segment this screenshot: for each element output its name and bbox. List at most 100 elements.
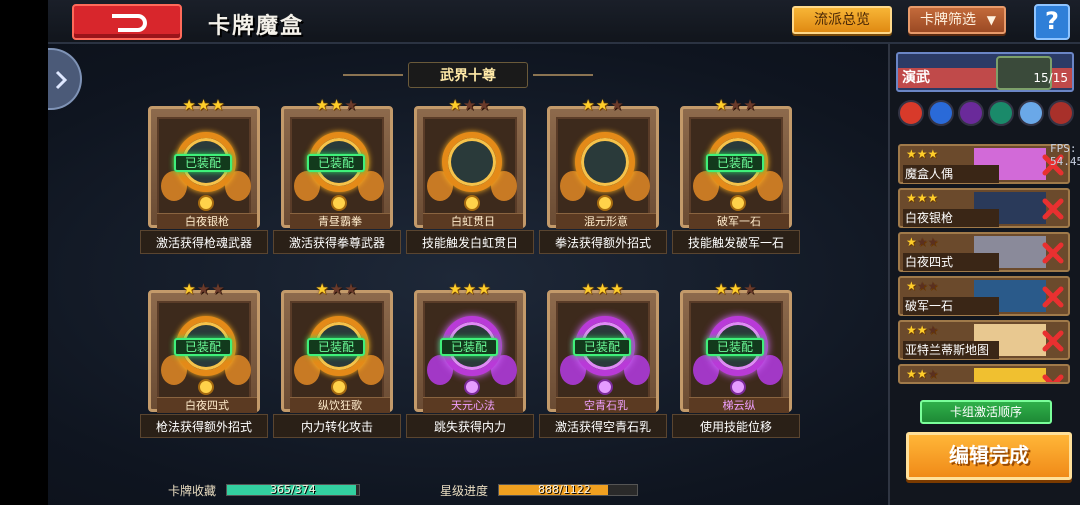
card-frame: 白虹贯日 [414,106,526,229]
deck-item-name: 白夜银枪 [903,209,999,227]
card-stars: ★★★ [714,280,758,298]
gem-icon [597,379,613,395]
deck-item-name: 白夜四式 [903,253,999,271]
equipped-badge: 已装配 [573,338,631,356]
deck-item[interactable]: ★★★ [898,364,1070,384]
deck-item-name: 破军一石 [903,297,999,315]
gem-icon [464,379,480,395]
card[interactable]: 天元心法 ★★★ 已装配 跳失获得内力 [406,280,534,448]
equipped-badge: 已装配 [706,154,764,172]
remove-icon[interactable] [1040,372,1066,384]
card[interactable]: 白虹贯日 ★★★ 技能触发白虹贯日 [406,96,534,264]
deck-title: 演武 [902,70,930,86]
equipped-badge: 已装配 [174,154,232,172]
school-icon[interactable] [988,100,1014,126]
card-stars: ★★★ [315,96,359,114]
remove-icon[interactable] [1040,240,1066,266]
expand-side-button[interactable] [48,48,82,110]
card[interactable]: 破军一石 ★★★ 已装配技能触发破军一石 [672,96,800,264]
card[interactable]: 白夜四式 ★★★ 已装配 枪法获得额外招式 [140,280,268,448]
gem-icon [730,379,746,395]
page-title: 卡牌魔盒 [208,14,305,39]
left-letterbox [0,0,48,505]
deck-item[interactable]: ★★★ 破军一石 [898,276,1070,316]
activation-order-button[interactable]: 卡组激活顺序 [920,400,1052,424]
card-description: 激活获得空青石乳 [539,414,667,438]
card-stars: ★★★ [182,280,226,298]
card-filter-button[interactable]: 卡牌筛选 ▼ [908,6,1006,34]
card-art [423,117,517,217]
help-button[interactable]: ? [1034,4,1070,40]
equipped-badge: 已装配 [307,154,365,172]
card-stars: ★★★ [714,96,758,114]
card[interactable]: 梯云纵 ★★★ 已装配使用技能位移 [672,280,800,448]
card-stars: ★★★ [448,280,492,298]
school-icon[interactable] [958,100,984,126]
card-stars: ★★★ [448,96,492,114]
card-emblem-icon [442,132,502,192]
back-arrow-icon [112,14,147,32]
school-icon[interactable] [928,100,954,126]
collection-value: 365/374 [270,483,316,496]
card[interactable]: 空青石乳 ★★★ 已装配 激活获得空青石乳 [539,280,667,448]
gem-icon [464,195,480,211]
gem-icon [198,195,214,211]
deck-item-stars: ★★★ [906,323,939,337]
remove-icon[interactable] [1040,284,1066,310]
card-description: 跳失获得内力 [406,414,534,438]
card-description: 激活获得拳尊武器 [273,230,401,254]
card-stars: ★★★ [581,96,625,114]
card-description: 使用技能位移 [672,414,800,438]
gem-icon [730,195,746,211]
card-filter-label: 卡牌筛选 [920,12,976,28]
divider [533,74,593,76]
card-description: 技能触发破军一石 [672,230,800,254]
deck-item[interactable]: ★★★ 魔盒人偶 [898,144,1070,184]
deck-item-name: 亚特兰蒂斯地图 [903,341,999,359]
star-progress-label: 星级进度 [440,484,489,498]
card-name: 破军一石 [689,213,789,229]
card-description: 技能触发白虹贯日 [406,230,534,254]
deck-item[interactable]: ★★★ 亚特兰蒂斯地图 [898,320,1070,360]
school-icon[interactable] [898,100,924,126]
card[interactable]: 青昼霸拳 ★★★ 已装配 激活获得拳尊武器 [273,96,401,264]
gem-icon [331,195,347,211]
school-overview-button[interactable]: 流派总览 [792,6,892,34]
star-progress-value: 888/1122 [538,483,591,496]
card-name: 梯云纵 [689,397,789,413]
card-name: 白夜银枪 [157,213,257,229]
deck-panel: 演武 15/15 ★★★ 魔盒人偶 ★★★ 白夜银枪 ★★★ 白夜四式 ★★★ 破军一石 ★★★… [888,44,1080,505]
school-icon[interactable] [1018,100,1044,126]
card-stars: ★★★ [315,280,359,298]
section-header: 武界十尊 [343,62,593,88]
deck-header[interactable]: 演武 15/15 [896,52,1074,92]
card-name: 白夜四式 [157,397,257,413]
card-emblem-icon [575,132,635,192]
remove-icon[interactable] [1040,196,1066,222]
deck-item[interactable]: ★★★ 白夜四式 [898,232,1070,272]
back-button[interactable] [72,4,182,40]
progress-bar-area: 卡牌收藏 365/374 星级进度 888/1122 [48,474,888,504]
card-name: 白虹贯日 [423,213,523,229]
fps-counter: FPS: 54.45 [1050,142,1080,168]
deck-item-stars: ★★★ [906,235,939,249]
school-icon-row [898,100,1074,130]
card[interactable]: 纵饮狂歌 ★★★ 已装配 内力转化攻击 [273,280,401,448]
card-name: 纵饮狂歌 [290,397,390,413]
equipped-badge: 已装配 [706,338,764,356]
gem-icon [331,379,347,395]
deck-item[interactable]: ★★★ 白夜银枪 [898,188,1070,228]
card[interactable]: 混元形意 ★★★ 拳法获得额外招式 [539,96,667,264]
section-title: 武界十尊 [408,62,528,88]
card-name: 混元形意 [556,213,656,229]
remove-icon[interactable] [1040,328,1066,354]
divider [343,74,403,76]
school-icon[interactable] [1048,100,1074,126]
chevron-right-icon [55,70,68,90]
card-art [556,117,650,217]
deck-item-stars: ★★★ [906,367,939,381]
edit-done-button[interactable]: 编辑完成 [906,432,1072,480]
gem-icon [198,379,214,395]
card-frame: 混元形意 [547,106,659,229]
card[interactable]: 白夜银枪 ★★★ 已装配 激活获得枪魂武器 [140,96,268,264]
